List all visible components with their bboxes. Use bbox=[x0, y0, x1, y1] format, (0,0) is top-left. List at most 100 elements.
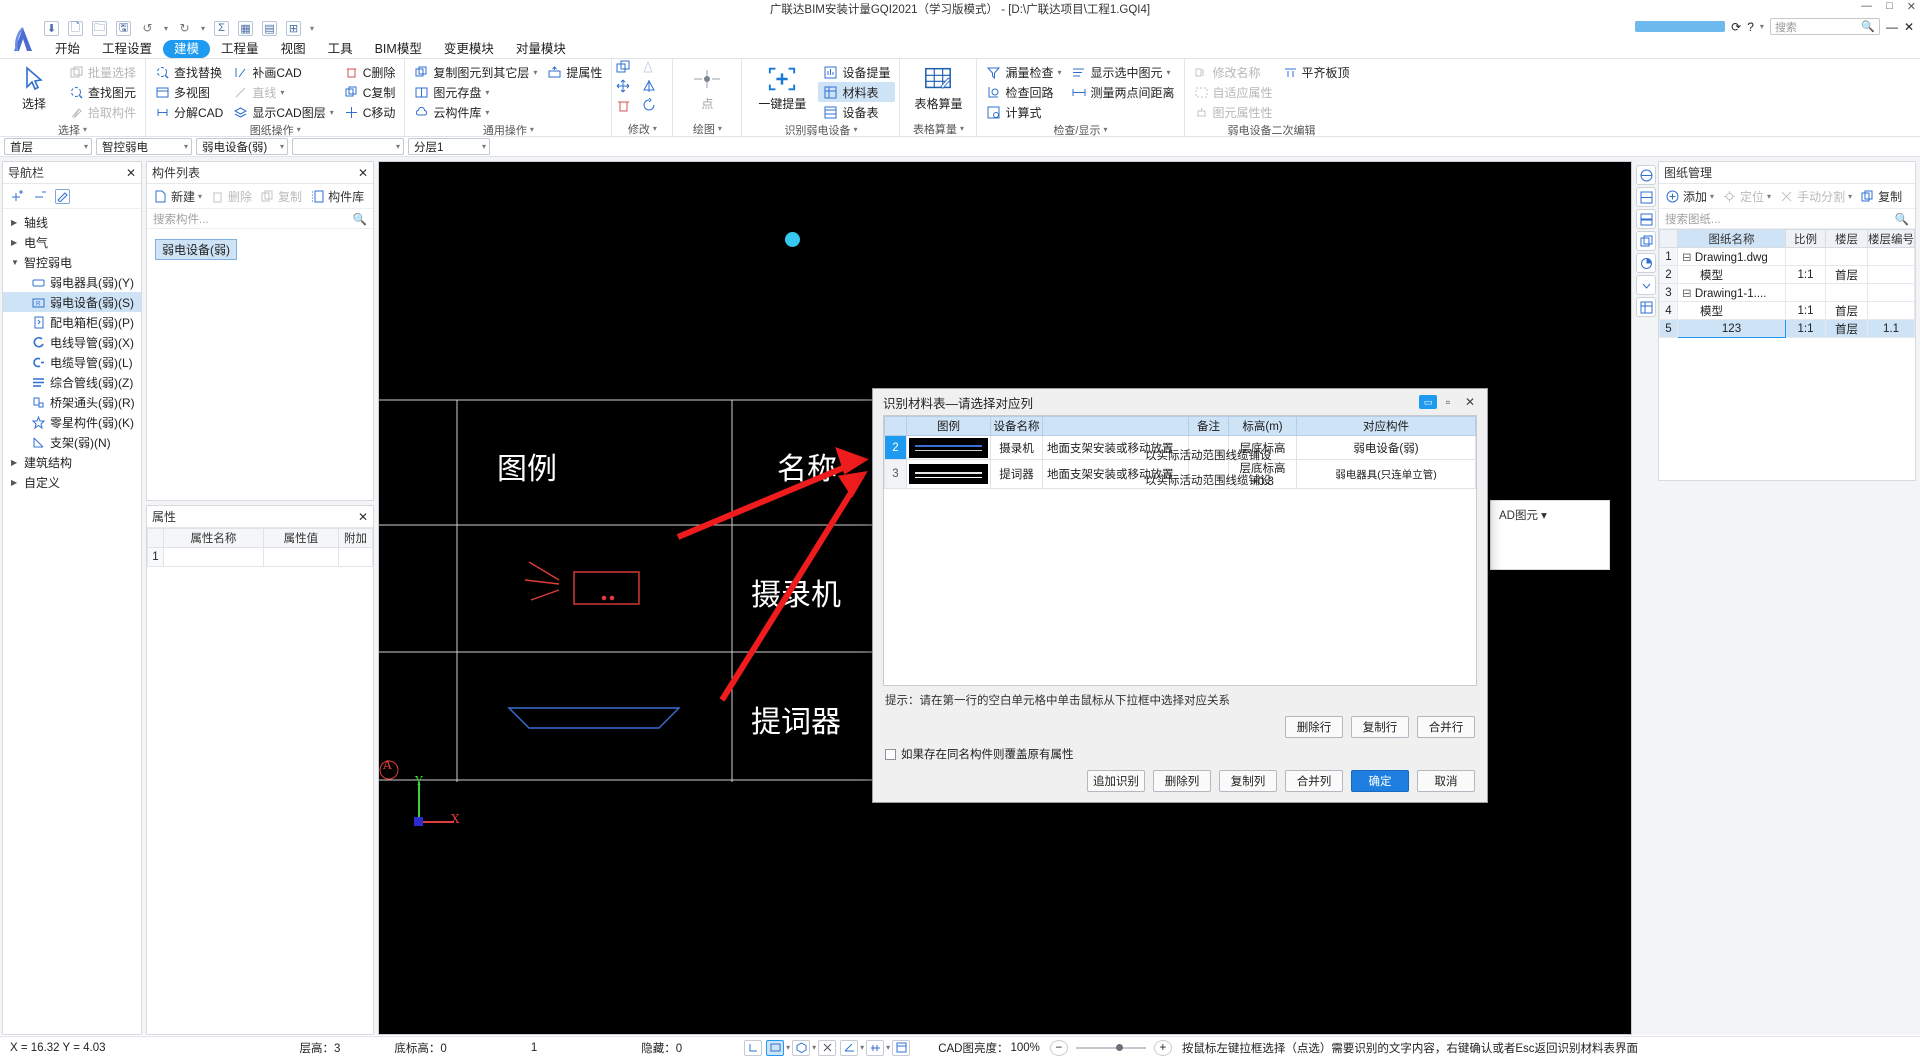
sublayer-selector[interactable]: 分层1 ▾ bbox=[408, 138, 490, 155]
open-icon[interactable]: 🗀 bbox=[92, 20, 107, 36]
tree-node-architecture[interactable]: ▶ 建筑结构 bbox=[3, 452, 141, 472]
rename-button[interactable]: 修改名称 bbox=[1189, 62, 1278, 82]
tree-node-smart-weak-electric[interactable]: ▼ 智控弱电 bbox=[3, 252, 141, 272]
material-row-device[interactable]: 提词器 bbox=[990, 459, 1043, 489]
chevron-right-icon[interactable]: ▶ bbox=[11, 478, 20, 487]
property-row-extra[interactable] bbox=[338, 547, 373, 567]
chevron-down-icon[interactable]: ▾ bbox=[198, 192, 202, 201]
tab-start[interactable]: 开始 bbox=[44, 40, 91, 58]
table-calc-button[interactable]: 表格算量 bbox=[904, 62, 972, 112]
search-icon[interactable]: 🔍 bbox=[353, 212, 367, 226]
chevron-down-icon[interactable]: ▾ bbox=[396, 142, 400, 151]
redo-icon[interactable]: ↻ bbox=[177, 21, 192, 36]
cloud-lib-button[interactable]: 云构件库 ▾ bbox=[409, 102, 542, 122]
chevron-down-icon[interactable]: ▼ bbox=[11, 258, 20, 267]
table-row[interactable]: 5 123 1:1 首层 1.1 bbox=[1659, 319, 1915, 338]
element-property-button[interactable]: 图元属性性 bbox=[1189, 102, 1278, 122]
plus-icon[interactable]: + bbox=[1153, 1039, 1172, 1056]
drawing-row-name[interactable]: 123 bbox=[1677, 319, 1786, 338]
drawing-scale-header[interactable]: 比例 bbox=[1785, 229, 1826, 248]
tree-node-device[interactable]: R 弱电设备(弱)(S) bbox=[3, 292, 141, 312]
new-icon[interactable]: 🗋 bbox=[68, 20, 83, 36]
save-element-button[interactable]: 图元存盘 ▾ bbox=[409, 82, 542, 102]
chevron-down-icon[interactable]: ▾ bbox=[280, 142, 284, 151]
chevron-down-icon[interactable]: ▾ bbox=[184, 142, 188, 151]
chevron-down-icon[interactable]: ▾ bbox=[886, 1043, 890, 1052]
move-icon[interactable] bbox=[616, 79, 631, 94]
close-button[interactable]: ✕ bbox=[1907, 0, 1916, 13]
delete-row-button[interactable]: 删除行 bbox=[1285, 716, 1343, 738]
merge-row-button[interactable]: 合并行 bbox=[1417, 716, 1475, 738]
brightness-slider[interactable] bbox=[1075, 1043, 1146, 1051]
tab-tools[interactable]: 工具 bbox=[317, 40, 364, 58]
copy-row-button[interactable]: 复制行 bbox=[1351, 716, 1409, 738]
draw-cad-button[interactable]: 补画CAD bbox=[228, 62, 338, 82]
tree-node-tray-joint[interactable]: 桥架通头(弱)(R) bbox=[3, 392, 141, 412]
c-delete-button[interactable]: C删除 bbox=[339, 62, 401, 82]
chevron-down-icon[interactable]: ▾ bbox=[1104, 125, 1108, 134]
chevron-down-icon[interactable]: ▾ bbox=[83, 125, 87, 134]
rotate-icon[interactable] bbox=[642, 98, 657, 113]
material-row-legend[interactable] bbox=[906, 459, 991, 489]
close-icon[interactable]: ✕ bbox=[358, 510, 368, 524]
chevron-down-icon[interactable]: ▾ bbox=[1848, 192, 1852, 201]
material-remark-header[interactable]: 备注 bbox=[1188, 416, 1229, 436]
one-click-quantity-button[interactable]: 一键提量 bbox=[746, 62, 818, 112]
tab-change-module[interactable]: 变更模块 bbox=[433, 40, 505, 58]
search-input[interactable]: 搜索 🔍 bbox=[1769, 18, 1880, 35]
table-row[interactable]: 3 ⊟ Drawing1-1.... bbox=[1659, 283, 1915, 302]
cancel-button[interactable]: 取消 bbox=[1417, 770, 1475, 792]
table-row[interactable]: 4 模型 1:1 首层 bbox=[1659, 301, 1915, 320]
copy-drawing-button[interactable]: 复制 bbox=[1860, 188, 1902, 205]
drawing-floorno-header[interactable]: 楼层编号 bbox=[1867, 229, 1915, 248]
drawing-floor-header[interactable]: 楼层 bbox=[1825, 229, 1868, 248]
chevron-down-icon[interactable]: ▾ bbox=[280, 88, 284, 97]
delete-column-button[interactable]: 删除列 bbox=[1153, 770, 1211, 792]
table-row[interactable]: 1 bbox=[147, 547, 373, 567]
pie-icon[interactable] bbox=[1636, 253, 1656, 273]
report-icon[interactable]: ▤ bbox=[262, 20, 278, 36]
undo-icon[interactable]: ↺ bbox=[140, 21, 155, 36]
drawing-search-input[interactable]: 搜索图纸... 🔍 bbox=[1659, 209, 1915, 229]
plan-icon[interactable] bbox=[766, 1039, 785, 1056]
device-quantity-button[interactable]: 设备提量 bbox=[818, 62, 895, 82]
edit-icon[interactable] bbox=[55, 188, 70, 204]
leak-check-button[interactable]: 漏量检查 ▾ bbox=[981, 62, 1066, 82]
tab-quantity[interactable]: 工程量 bbox=[210, 40, 270, 58]
search-icon[interactable]: 🔍 bbox=[1895, 212, 1909, 226]
tree-node-bracket[interactable]: 支架(弱)(N) bbox=[3, 432, 141, 452]
append-recognize-button[interactable]: 追加识别 bbox=[1087, 770, 1145, 792]
help-icon[interactable]: ⟳ bbox=[1731, 20, 1741, 34]
select-tool-button[interactable]: 选择 bbox=[4, 62, 64, 112]
add-icon[interactable] bbox=[9, 189, 24, 204]
find-replace-button[interactable]: 查找替换 bbox=[150, 62, 228, 82]
multi-view-button[interactable]: 多视图 bbox=[150, 82, 228, 102]
chevron-down-icon[interactable] bbox=[1636, 275, 1656, 295]
drawing-row-name[interactable]: 模型 bbox=[1677, 265, 1786, 284]
drawing-row-name[interactable]: ⊟ Drawing1-1.... bbox=[1677, 283, 1786, 302]
chevron-down-icon[interactable]: ▾ bbox=[1710, 192, 1714, 201]
question-icon[interactable]: ? bbox=[1747, 20, 1754, 34]
chevron-down-icon[interactable]: ▾ bbox=[530, 125, 534, 134]
discipline-selector[interactable]: 智控弱电 ▾ bbox=[96, 138, 192, 155]
component-item-weak-device[interactable]: 弱电设备(弱) bbox=[155, 239, 237, 260]
chevron-down-icon[interactable]: ▾ bbox=[330, 108, 334, 117]
chevron-down-icon[interactable]: ▾ bbox=[1767, 192, 1771, 201]
settings-table-icon[interactable] bbox=[1636, 297, 1656, 317]
chevron-down-icon[interactable]: ▾ bbox=[1167, 68, 1171, 77]
component-library-button[interactable]: 构件库 bbox=[310, 188, 364, 205]
slider-knob[interactable] bbox=[1115, 1043, 1123, 1051]
material-desc-header[interactable] bbox=[1042, 416, 1189, 436]
property-row-value[interactable] bbox=[262, 547, 340, 567]
component-name-selector[interactable]: ▾ bbox=[292, 138, 404, 155]
find-element-button[interactable]: 查找图元 bbox=[64, 82, 141, 102]
measure-distance-button[interactable]: 测量两点间距离 bbox=[1066, 82, 1179, 102]
delete-component-button[interactable]: 删除 bbox=[210, 188, 252, 205]
chevron-down-icon[interactable]: ▾ bbox=[812, 1043, 816, 1052]
material-row-component[interactable]: 弱电设备(弱) bbox=[1296, 435, 1476, 460]
angle-icon[interactable] bbox=[840, 1039, 859, 1056]
window-minimize-icon[interactable]: — bbox=[1886, 20, 1898, 34]
add-drawing-button[interactable]: 添加 ▾ bbox=[1665, 188, 1714, 205]
material-table-button[interactable]: 材料表 bbox=[818, 82, 896, 102]
window-close-icon[interactable]: ✕ bbox=[1904, 20, 1914, 34]
